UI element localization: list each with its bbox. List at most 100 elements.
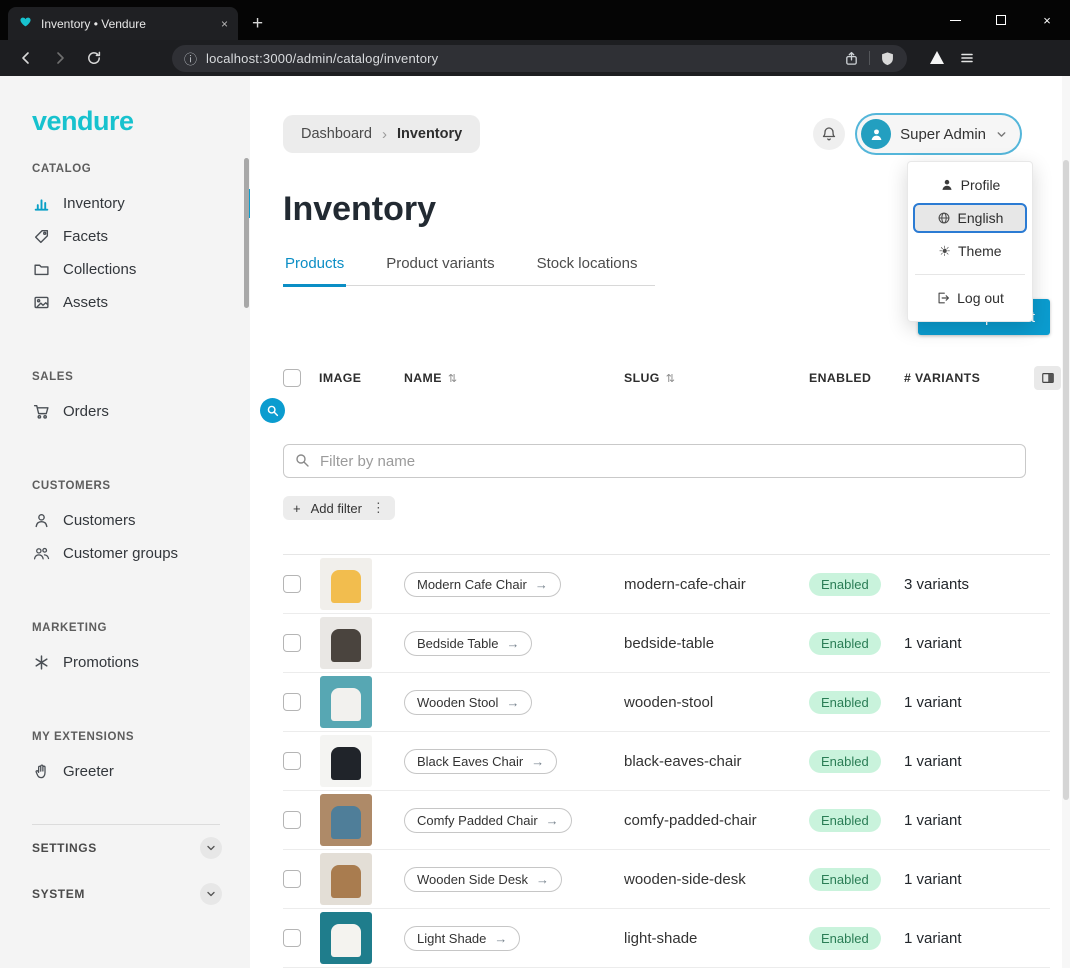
browser-tab[interactable]: Inventory • Vendure × bbox=[8, 7, 238, 40]
window-controls: × bbox=[932, 0, 1070, 40]
table-row: Modern Cafe Chair→ modern-cafe-chair Ena… bbox=[283, 555, 1050, 614]
column-header-enabled[interactable]: ENABLED bbox=[809, 371, 904, 385]
sidebar-item-assets[interactable]: Assets bbox=[32, 286, 250, 319]
theme-icon: ☀ bbox=[938, 243, 951, 260]
sidebar-item-label: SETTINGS bbox=[32, 841, 97, 855]
sidebar-item-label: SYSTEM bbox=[32, 887, 85, 901]
chevron-down-icon bbox=[200, 883, 222, 905]
row-checkbox[interactable] bbox=[283, 811, 301, 829]
menu-item-label: English bbox=[958, 210, 1004, 226]
sort-icon[interactable]: ⇅ bbox=[666, 373, 676, 385]
menu-item-profile[interactable]: Profile bbox=[913, 170, 1027, 200]
tab-close-icon[interactable]: × bbox=[219, 17, 230, 31]
product-slug: wooden-side-desk bbox=[624, 871, 809, 888]
table-row: Black Eaves Chair→ black-eaves-chair Ena… bbox=[283, 732, 1050, 791]
avatar bbox=[861, 119, 891, 149]
sidebar-item-customer-groups[interactable]: Customer groups bbox=[32, 537, 250, 570]
sidebar-item-customers[interactable]: Customers bbox=[32, 504, 250, 537]
product-name-link[interactable]: Wooden Side Desk→ bbox=[404, 867, 562, 892]
column-settings-button[interactable] bbox=[1034, 366, 1061, 390]
main-content: Dashboard › Inventory Super Admin bbox=[250, 76, 1070, 968]
row-checkbox[interactable] bbox=[283, 929, 301, 947]
site-info-icon[interactable]: ⓘ bbox=[184, 49, 197, 68]
back-button[interactable] bbox=[12, 44, 40, 72]
forward-button[interactable] bbox=[46, 44, 74, 72]
profile-icon bbox=[940, 178, 954, 192]
sidebar-item-greeter[interactable]: Greeter bbox=[32, 755, 250, 788]
breadcrumb-inventory[interactable]: Inventory bbox=[397, 126, 462, 142]
table-row: Light Shade→ light-shade Enabled 1 varia… bbox=[283, 909, 1050, 968]
row-checkbox[interactable] bbox=[283, 634, 301, 652]
sidebar-item-orders[interactable]: Orders bbox=[32, 395, 250, 428]
product-name-link[interactable]: Wooden Stool→ bbox=[404, 690, 532, 715]
column-header-name[interactable]: NAME⇅ bbox=[404, 371, 624, 385]
sidebar-item-facets[interactable]: Facets bbox=[32, 220, 250, 253]
sidebar-scrollbar[interactable] bbox=[244, 158, 249, 308]
new-tab-button[interactable]: + bbox=[252, 14, 263, 33]
minimize-button[interactable] bbox=[932, 0, 978, 40]
brave-shield-icon[interactable] bbox=[880, 51, 895, 66]
select-all-checkbox[interactable] bbox=[283, 369, 301, 387]
product-name-link[interactable]: Bedside Table→ bbox=[404, 631, 532, 656]
product-name-link[interactable]: Black Eaves Chair→ bbox=[404, 749, 557, 774]
product-name-link[interactable]: Modern Cafe Chair→ bbox=[404, 572, 561, 597]
more-options-icon[interactable]: ⋮ bbox=[372, 500, 385, 516]
add-filter-button[interactable]: + Add filter ⋮ bbox=[283, 496, 395, 520]
menu-item-label: Theme bbox=[958, 243, 1002, 259]
tabs: Products Product variants Stock location… bbox=[283, 255, 655, 286]
reload-button[interactable] bbox=[80, 44, 108, 72]
column-header-image[interactable]: IMAGE bbox=[319, 371, 404, 385]
sort-icon[interactable]: ⇅ bbox=[448, 373, 458, 385]
column-header-slug[interactable]: SLUG⇅ bbox=[624, 371, 809, 385]
sidebar-item-promotions[interactable]: Promotions bbox=[32, 646, 250, 679]
tab-products[interactable]: Products bbox=[283, 255, 346, 285]
menu-item-theme[interactable]: ☀ Theme bbox=[913, 236, 1027, 266]
menu-item-log-out[interactable]: Log out bbox=[913, 283, 1027, 313]
search-toggle-button[interactable] bbox=[260, 398, 285, 423]
menu-button[interactable] bbox=[959, 50, 975, 66]
brave-rewards-icon[interactable] bbox=[927, 48, 947, 68]
tab-product-variants[interactable]: Product variants bbox=[384, 255, 496, 285]
tab-stock-locations[interactable]: Stock locations bbox=[535, 255, 640, 285]
row-checkbox[interactable] bbox=[283, 870, 301, 888]
sidebar-item-system[interactable]: SYSTEM bbox=[32, 871, 222, 917]
notifications-button[interactable] bbox=[813, 118, 845, 150]
row-checkbox[interactable] bbox=[283, 693, 301, 711]
sidebar-item-inventory[interactable]: Inventory bbox=[32, 187, 250, 220]
row-checkbox[interactable] bbox=[283, 752, 301, 770]
product-image bbox=[320, 735, 372, 787]
product-name-link[interactable]: Light Shade→ bbox=[404, 926, 520, 951]
product-name-link[interactable]: Comfy Padded Chair→ bbox=[404, 808, 572, 833]
address-bar-actions bbox=[844, 51, 895, 66]
sidebar-item-settings[interactable]: SETTINGS bbox=[32, 825, 222, 871]
main-scrollbar-thumb[interactable] bbox=[1063, 160, 1069, 800]
arrow-right-icon: → bbox=[531, 754, 544, 769]
sidebar-item-label: Assets bbox=[63, 294, 108, 311]
status-badge: Enabled bbox=[809, 927, 881, 950]
arrow-right-icon: → bbox=[536, 872, 549, 887]
product-slug: light-shade bbox=[624, 930, 809, 947]
sidebar-item-collections[interactable]: Collections bbox=[32, 253, 250, 286]
column-header-variants[interactable]: # VARIANTS bbox=[904, 371, 1034, 385]
main-scrollbar[interactable] bbox=[1062, 76, 1070, 968]
row-checkbox[interactable] bbox=[283, 575, 301, 593]
maximize-button[interactable] bbox=[978, 0, 1024, 40]
language-icon bbox=[937, 211, 951, 225]
user-menu-button[interactable]: Super Admin bbox=[857, 115, 1020, 153]
thumb-shape bbox=[331, 688, 361, 721]
browser-window: Inventory • Vendure × + × ⓘ localhost:30… bbox=[0, 0, 1070, 968]
product-slug: wooden-stool bbox=[624, 694, 809, 711]
address-bar-divider bbox=[869, 51, 870, 65]
breadcrumb-dashboard[interactable]: Dashboard bbox=[301, 126, 372, 142]
breadcrumb: Dashboard › Inventory bbox=[283, 115, 480, 153]
greeter-icon bbox=[32, 763, 50, 781]
table-row: Wooden Stool→ wooden-stool Enabled 1 var… bbox=[283, 673, 1050, 732]
variant-count: 1 variant bbox=[904, 871, 1034, 888]
share-icon[interactable] bbox=[844, 51, 859, 66]
close-window-button[interactable]: × bbox=[1024, 0, 1070, 40]
address-bar[interactable]: ⓘ localhost:3000/admin/catalog/inventory bbox=[172, 45, 907, 72]
filter-by-name-input[interactable] bbox=[283, 444, 1026, 478]
menu-item-english[interactable]: English bbox=[913, 203, 1027, 233]
thumb-shape bbox=[331, 570, 361, 603]
status-badge: Enabled bbox=[809, 809, 881, 832]
